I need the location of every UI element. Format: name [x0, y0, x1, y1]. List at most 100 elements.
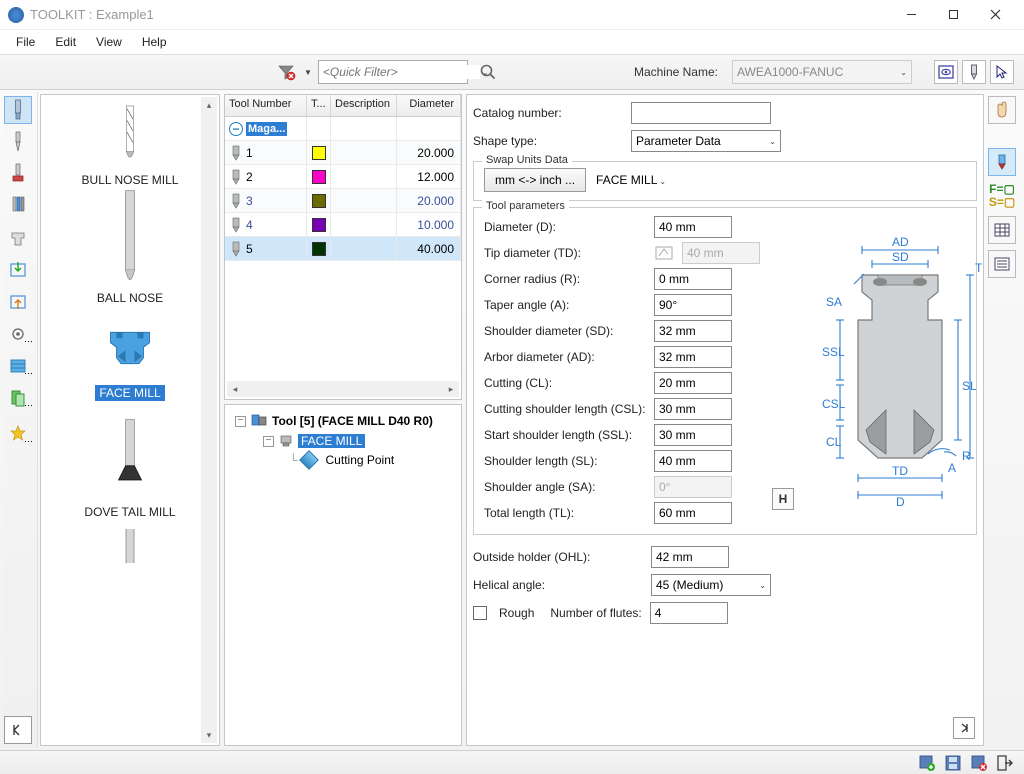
list-icon[interactable] [988, 250, 1016, 278]
tool-edit-icon[interactable] [988, 148, 1016, 176]
param-input-csl[interactable] [654, 398, 732, 420]
ohl-input[interactable] [651, 546, 729, 568]
param-input-ad[interactable] [654, 346, 732, 368]
rough-label: Rough [499, 606, 534, 620]
tool-item-ballnose[interactable]: BALL NOSE [41, 189, 219, 307]
filter-icon[interactable] [276, 62, 296, 82]
table-row[interactable]: 540.000 [225, 237, 461, 261]
tooltype-multi-icon[interactable] [4, 192, 32, 220]
collapse-left-icon[interactable] [4, 716, 32, 744]
scroll-up-arrow[interactable]: ▴ [201, 97, 217, 113]
favorites-icon[interactable]: ⋯ [4, 420, 32, 448]
h-toggle-button[interactable]: H [772, 488, 794, 510]
tree-leaf-row[interactable]: └ Cutting Point [229, 451, 457, 469]
workarea: ⋯ ⋯ ⋯ ⋯ BULL NOSE MILLBALL NOSEFACE MILL… [0, 90, 1024, 750]
collapse-icon[interactable]: − [229, 122, 243, 136]
tooltype-slot-icon[interactable] [4, 160, 32, 188]
menu-help[interactable]: Help [134, 32, 175, 52]
quickfilter-input[interactable] [323, 65, 480, 79]
tool-library-icon[interactable]: ⋯ [4, 384, 32, 412]
menu-edit[interactable]: Edit [47, 32, 84, 52]
tree-root-row[interactable]: − Tool [5] (FACE MILL D40 R0) [229, 411, 457, 431]
col-diameter[interactable]: Diameter [397, 95, 461, 116]
table-row[interactable]: 120.000 [225, 141, 461, 165]
param-input-ssl[interactable] [654, 424, 732, 446]
preview-icon[interactable] [934, 60, 958, 84]
param-row-r: Corner radius (R): [484, 266, 764, 292]
param-input-a[interactable] [654, 294, 732, 316]
tree-leaf-label: Cutting Point [326, 453, 395, 467]
fs-toggle-icons[interactable]: F=▢S=▢ [988, 182, 1016, 210]
grid-icon[interactable] [988, 216, 1016, 244]
machine-name-label: Machine Name: [634, 65, 726, 79]
param-row-ssl: Start shoulder length (SSL): [484, 422, 764, 448]
save-remove-icon[interactable] [970, 754, 988, 772]
tool-table: Tool Number T... Description Diameter −M… [224, 94, 462, 400]
helical-select[interactable]: 45 (Medium)⌄ [651, 574, 771, 596]
search-button[interactable] [474, 58, 502, 86]
col-description[interactable]: Description [331, 95, 397, 116]
rough-checkbox[interactable] [473, 606, 487, 620]
collapse-right-button[interactable] [953, 717, 975, 739]
export-icon[interactable] [4, 256, 32, 284]
tooltype-endmill-icon[interactable] [4, 96, 32, 124]
filter-dropdown-arrow[interactable]: ▼ [304, 68, 312, 77]
col-tool-number[interactable]: Tool Number [225, 95, 307, 116]
tooltype-tapered-icon[interactable] [4, 128, 32, 156]
param-row-tl: Total length (TL): [484, 500, 764, 526]
catalog-input[interactable] [631, 102, 771, 124]
param-row-sl: Shoulder length (SL): [484, 448, 764, 474]
svg-text:TL: TL [975, 261, 984, 275]
menu-view[interactable]: View [88, 32, 130, 52]
tooltype-holder-icon[interactable] [4, 224, 32, 252]
param-input-sd[interactable] [654, 320, 732, 342]
param-input-sl[interactable] [654, 450, 732, 472]
save-add-icon[interactable] [918, 754, 936, 772]
machine-name-select[interactable]: AWEA1000-FANUC ⌄ [732, 60, 912, 84]
menu-file[interactable]: File [8, 32, 43, 52]
table-row[interactable]: 410.000 [225, 213, 461, 237]
toollist-scrollbar[interactable]: ▴ ▾ [201, 97, 217, 743]
param-row-d: Diameter (D): [484, 214, 764, 240]
param-row-csl: Cutting shoulder length (CSL): [484, 396, 764, 422]
tree-expander-root[interactable]: − [235, 416, 246, 427]
col-t[interactable]: T... [307, 95, 331, 116]
save-icon[interactable] [944, 754, 962, 772]
table-row[interactable]: 320.000 [225, 189, 461, 213]
hscroll-right-arrow[interactable]: ▸ [443, 381, 459, 397]
table-row[interactable]: 212.000 [225, 165, 461, 189]
pointer-icon[interactable] [990, 60, 1014, 84]
quickfilter-box[interactable]: ⌄ [318, 60, 468, 84]
flutes-input[interactable] [650, 602, 728, 624]
minimize-button[interactable] [890, 1, 932, 29]
svg-text:D: D [896, 495, 905, 509]
swap-units-fieldset: Swap Units Data mm <-> inch ... FACE MIL… [473, 161, 977, 201]
hand-tool-icon[interactable] [988, 96, 1016, 124]
tree-expander-child[interactable]: − [263, 436, 274, 447]
flutes-label: Number of flutes: [550, 606, 641, 620]
tool-view-icon[interactable] [962, 60, 986, 84]
tool-item-dovetail[interactable]: DOVE TAIL MILL [41, 403, 219, 521]
shape-select[interactable]: Parameter Data⌄ [631, 130, 781, 152]
param-input-tl[interactable] [654, 502, 732, 524]
swap-units-button[interactable]: mm <-> inch ... [484, 168, 586, 192]
exit-icon[interactable] [996, 754, 1014, 772]
catalog-label: Catalog number: [473, 106, 623, 120]
import-icon[interactable] [4, 288, 32, 316]
param-input-cl[interactable] [654, 372, 732, 394]
hscroll-left-arrow[interactable]: ◂ [227, 381, 243, 397]
tree-child-row[interactable]: − FACE MILL [229, 431, 457, 451]
table-header: Tool Number T... Description Diameter [225, 95, 461, 117]
close-button[interactable] [974, 1, 1016, 29]
tool-item-bullnose[interactable]: BULL NOSE MILL [41, 95, 219, 189]
tool-item-facemill[interactable]: FACE MILL [41, 307, 219, 403]
scroll-down-arrow[interactable]: ▾ [201, 727, 217, 743]
maximize-button[interactable] [932, 1, 974, 29]
param-input-d[interactable] [654, 216, 732, 238]
table-hscroll[interactable]: ◂ ▸ [227, 381, 459, 397]
row-magazine[interactable]: −Maga... [225, 117, 461, 141]
tool-type-select[interactable]: FACE MILL⌄ [596, 173, 666, 187]
table-edit-icon[interactable]: ⋯ [4, 352, 32, 380]
settings-icon[interactable]: ⋯ [4, 320, 32, 348]
param-input-r[interactable] [654, 268, 732, 290]
